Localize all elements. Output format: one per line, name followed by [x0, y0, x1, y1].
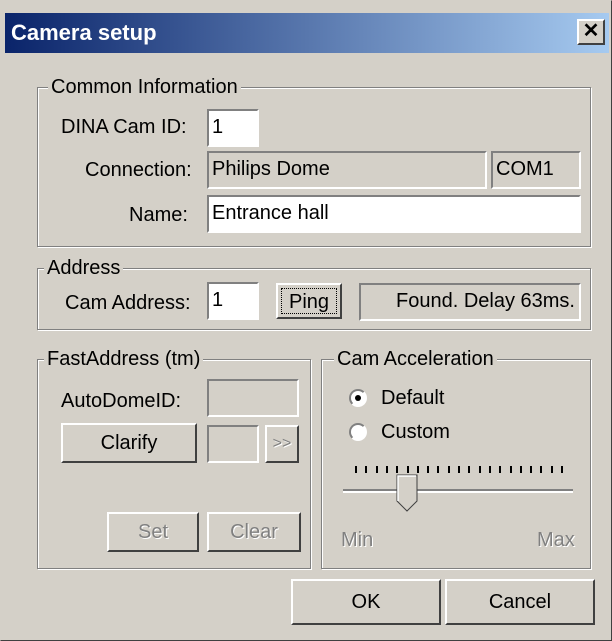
- slider-tick: [406, 466, 409, 473]
- ping-status-field: Found. Delay 63ms.: [359, 283, 581, 321]
- title-bar[interactable]: Camera setup ✕: [5, 13, 609, 53]
- name-input[interactable]: Entrance hall: [207, 195, 581, 233]
- cam-address-label: Cam Address:: [65, 292, 191, 314]
- close-icon[interactable]: ✕: [577, 19, 605, 45]
- selected-dot: [355, 395, 361, 401]
- set-button[interactable]: Set: [107, 512, 199, 552]
- slider-max-label: Max: [537, 529, 575, 551]
- slider-tick: [550, 466, 553, 473]
- clarify-value-field: [207, 425, 259, 463]
- cam-address-input[interactable]: 1: [207, 282, 259, 320]
- cam-id-input[interactable]: 1: [207, 109, 259, 147]
- slider-tick: [509, 466, 512, 473]
- name-label: Name:: [129, 204, 188, 226]
- custom-radio-label[interactable]: Custom: [381, 420, 450, 444]
- slider-tick: [530, 466, 533, 473]
- set-button-label: Set: [137, 521, 169, 543]
- autodome-id-field: [207, 379, 299, 417]
- slider-tick: [458, 466, 460, 473]
- slider-tick: [478, 466, 481, 473]
- slider-tick: [447, 466, 450, 473]
- next-button-label: >>: [272, 435, 292, 452]
- address-title: Address: [44, 256, 124, 280]
- ping-button-label: Ping: [288, 291, 330, 313]
- cancel-button-label: Cancel: [488, 591, 552, 613]
- slider-track: [343, 489, 573, 493]
- ping-button[interactable]: Ping: [276, 283, 342, 319]
- autodome-label: AutoDomeID:: [61, 390, 182, 412]
- window-title: Camera setup: [11, 20, 157, 45]
- cancel-button[interactable]: Cancel: [445, 579, 595, 625]
- clarify-button-label: Clarify: [100, 432, 158, 454]
- slider-tick: [488, 466, 491, 473]
- slider-tick: [355, 466, 357, 473]
- fastaddress-title: FastAddress (tm): [44, 347, 204, 371]
- slider-tick: [396, 466, 399, 473]
- clarify-button[interactable]: Clarify: [61, 423, 197, 463]
- default-radio-label[interactable]: Default: [381, 386, 444, 410]
- slider-thumb[interactable]: [396, 474, 418, 512]
- clear-button-label: Clear: [230, 521, 278, 543]
- slider-tick: [427, 466, 430, 473]
- clear-button[interactable]: Clear: [207, 512, 301, 552]
- slider-tick: [499, 466, 502, 473]
- connection-port-field: COM1: [491, 151, 581, 189]
- slider-tick: [385, 466, 388, 473]
- next-button[interactable]: >>: [265, 425, 299, 463]
- cam-acceleration-title: Cam Acceleration: [334, 347, 497, 371]
- connection-label: Connection:: [85, 159, 192, 181]
- common-information-title: Common Information: [48, 75, 241, 99]
- default-radio[interactable]: [349, 389, 367, 407]
- slider-tick: [437, 466, 440, 473]
- slider-tick: [540, 466, 543, 473]
- slider-tick: [561, 466, 563, 473]
- ok-button-label: OK: [351, 591, 381, 613]
- slider-min-label: Min: [341, 529, 374, 551]
- cam-id-label: DINA Cam ID:: [61, 116, 187, 138]
- slider-tick: [375, 466, 378, 473]
- ok-button[interactable]: OK: [291, 579, 441, 625]
- custom-radio[interactable]: [349, 423, 367, 441]
- camera-setup-dialog: Camera setup ✕ Common Information DINA C…: [0, 0, 612, 641]
- slider-tick: [468, 466, 471, 473]
- connection-field: Philips Dome: [207, 151, 487, 189]
- slider-tick: [519, 466, 522, 473]
- slider-tick: [365, 466, 368, 473]
- slider-tick: [416, 466, 419, 473]
